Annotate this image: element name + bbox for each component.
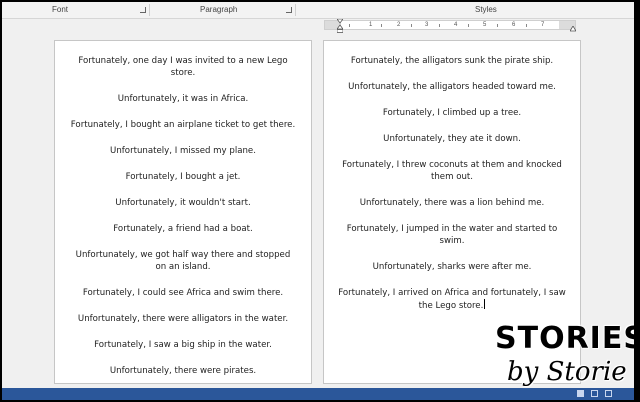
- stories-by-storie-watermark-logo: STORIES by Storie: [495, 323, 634, 397]
- right-indent-icon[interactable]: [570, 26, 576, 32]
- paragraph: Fortunately, I climbed up a tree.: [382, 108, 522, 118]
- ruler-number: 3: [425, 22, 429, 28]
- paragraph: Unfortunately, I missed my plane.: [110, 146, 256, 156]
- paragraph: Unfortunately, the alligators headed tow…: [348, 82, 556, 92]
- ruler-number: 6: [512, 22, 516, 28]
- paragraph-with-cursor: Fortunately, I arrived on Africa and for…: [338, 287, 566, 312]
- paragraph: Fortunately, I threw coconuts at them an…: [342, 160, 562, 182]
- ribbon-group-separator: [149, 4, 150, 16]
- paragraph: Unfortunately, sharks were after me.: [372, 262, 532, 272]
- ribbon-group-labels: Font Paragraph Styles: [2, 2, 634, 19]
- ruler-tick: [411, 24, 412, 27]
- paragraph: Fortunately, I bought a jet.: [125, 172, 241, 182]
- ribbon-group-styles-label: Styles: [475, 5, 497, 14]
- document-page-left[interactable]: Fortunately, one day I was invited to a …: [54, 40, 312, 384]
- ruler-tick: [468, 24, 469, 27]
- paragraph: Unfortunately, they ate it down.: [383, 134, 521, 144]
- paragraph: Unfortunately, there were pirates.: [109, 366, 257, 376]
- paragraph: Unfortunately, it wouldn't start.: [115, 198, 251, 208]
- paragraph: Unfortunately, it was in Africa.: [117, 94, 249, 104]
- paragraph: Fortunately, I jumped in the water and s…: [346, 224, 558, 246]
- word-window: Font Paragraph Styles 1 2 3 4 5 6 7 Fort…: [2, 2, 634, 400]
- horizontal-ruler[interactable]: 1 2 3 4 5 6 7: [324, 20, 576, 30]
- paragraph: Fortunately, the alligators sunk the pir…: [350, 56, 554, 66]
- ruler-tick: [497, 24, 498, 27]
- paragraph-dialog-launcher-icon[interactable]: [286, 7, 292, 13]
- ribbon-group-font-label: Font: [52, 5, 69, 14]
- logo-line-1: STORIES: [495, 321, 634, 356]
- paragraph: Fortunately, I saw a big ship in the wat…: [94, 340, 272, 350]
- paragraph: Unfortunately, there was a lion behind m…: [359, 198, 545, 208]
- paragraph: Unfortunately, there were alligators in …: [77, 314, 289, 324]
- ruler-number: 5: [483, 22, 487, 28]
- text-cursor: [484, 299, 486, 309]
- first-line-indent-icon[interactable]: [337, 19, 343, 33]
- ruler-number: 1: [369, 22, 373, 28]
- ruler-tick: [439, 24, 440, 27]
- font-dialog-launcher-icon[interactable]: [140, 7, 146, 13]
- ribbon-group-separator: [295, 4, 296, 16]
- paragraph: Unfortunately, we got half way there and…: [75, 250, 291, 272]
- ruler-number: 2: [397, 22, 401, 28]
- paragraph: Fortunately, one day I was invited to a …: [78, 56, 288, 78]
- paragraph: Fortunately, I could see Africa and swim…: [82, 288, 284, 298]
- ruler-number: 7: [541, 22, 545, 28]
- paragraph: Fortunately, I bought an airplane ticket…: [70, 120, 296, 130]
- ruler-tick: [349, 24, 350, 27]
- ruler-number: 4: [454, 22, 458, 28]
- ribbon-group-paragraph-label: Paragraph: [200, 5, 238, 14]
- ruler-tick: [381, 24, 382, 27]
- paragraph-text: Fortunately, I arrived on Africa and for…: [338, 288, 566, 311]
- logo-line-2: by Storie: [507, 357, 627, 387]
- paragraph: Fortunately, a friend had a boat.: [113, 224, 253, 234]
- ruler-tick: [526, 24, 527, 27]
